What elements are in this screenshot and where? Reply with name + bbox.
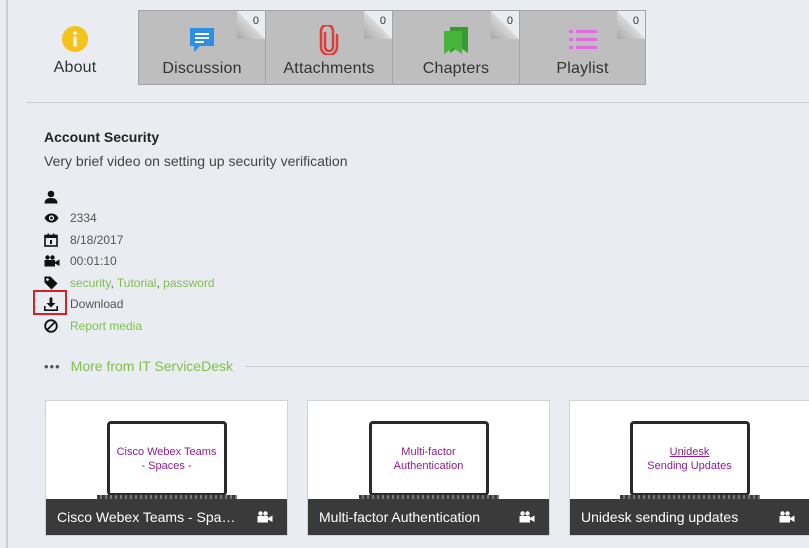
playlist-count: 0 [632,15,639,27]
paperclip-icon [319,25,339,55]
discussion-count: 0 [252,15,259,27]
tab-discussion-label: Discussion [162,60,242,77]
tab-playlist[interactable]: 0 Playlist [519,10,646,85]
more-from-section: ••• More from IT ServiceDesk [44,358,809,374]
tag-link[interactable]: password [163,276,214,290]
tags-row: security, Tutorial, password [44,272,215,294]
card-title: Multi-factor Authentication [319,509,481,525]
related-video-card[interactable]: Multi-factor Authentication Multi-factor … [307,400,550,536]
report-row[interactable]: Report media [44,315,215,337]
video-thumbnail: Multi-factor Authentication [358,421,499,505]
attachments-count: 0 [379,15,386,27]
tag-link[interactable]: Tutorial [117,276,157,290]
eye-icon [44,210,64,226]
tab-divider [27,102,809,103]
chapters-count: 0 [506,15,513,27]
left-border [6,0,8,548]
video-camera-icon [251,511,273,523]
download-highlight-box [33,290,67,315]
download-link[interactable]: Download [70,297,123,311]
duration-row: 00:01:10 [44,251,215,273]
report-media-link[interactable]: Report media [70,319,142,333]
prohibited-icon[interactable] [44,318,64,334]
tab-about-label: About [53,59,97,76]
calendar-icon [44,232,64,248]
tab-chapters[interactable]: 0 Chapters [392,10,519,85]
ellipsis-icon: ••• [44,358,61,374]
tab-about[interactable]: About [12,10,138,85]
user-icon [44,189,64,205]
upload-date: 8/18/2017 [70,232,124,247]
media-title: Account Security [44,129,160,145]
card-title: Cisco Webex Teams - Spa… [57,509,236,525]
chat-icon [188,25,216,55]
card-title: Unidesk sending updates [581,509,739,525]
video-camera-icon [773,511,795,523]
tab-playlist-label: Playlist [556,60,609,77]
download-row[interactable]: Download [44,294,215,316]
info-icon [61,24,89,54]
tab-chapters-label: Chapters [422,60,490,77]
section-divider [245,365,809,367]
media-description: Very brief video on setting up security … [44,153,348,169]
related-video-card[interactable]: Unidesk Sending Updates Unidesk sending u… [569,400,809,536]
video-camera-icon [44,253,64,269]
tab-attachments[interactable]: 0 Attachments [265,10,392,85]
video-thumbnail: Cisco Webex Teams - Spaces - [96,421,237,505]
video-camera-icon [513,511,535,523]
view-count: 2334 [70,211,97,226]
duration: 00:01:10 [70,254,117,269]
video-thumbnail: Unidesk Sending Updates [619,421,760,505]
tab-attachments-label: Attachments [283,60,375,77]
tab-bar: About 0 Discussion 0 Attachments 0 Chapt… [12,10,652,86]
views-row: 2334 [44,208,215,230]
media-meta: 2334 8/18/2017 00:01:10 security, Tutori… [44,186,215,337]
owner-row [44,186,215,208]
related-video-card[interactable]: Cisco Webex Teams - Spaces - Cisco Webex … [45,400,288,536]
tag-icon [44,275,64,291]
tag-link[interactable]: security [70,276,110,290]
list-icon [568,25,598,55]
tab-discussion[interactable]: 0 Discussion [138,10,265,85]
bookmarks-icon [442,25,470,55]
date-row: 8/18/2017 [44,229,215,251]
more-from-link[interactable]: More from IT ServiceDesk [71,358,233,374]
